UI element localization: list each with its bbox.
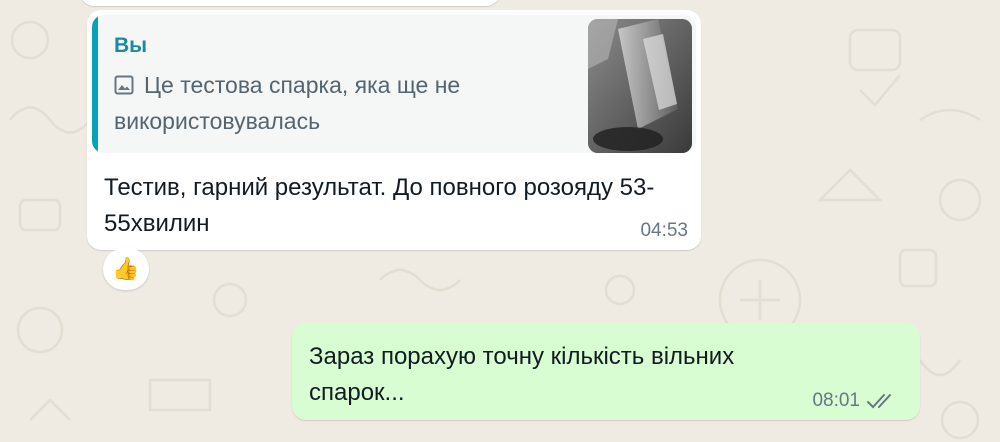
double-check-icon (867, 394, 891, 409)
quote-thumbnail (588, 19, 692, 153)
previous-message-edge (80, 0, 500, 6)
message-time: 08:01 (812, 390, 860, 411)
message-time: 04:53 (640, 220, 688, 241)
photo-icon (114, 75, 134, 95)
quote-accent-bar (92, 15, 98, 153)
message-text: Зараз порахую точну кількість вільних сп… (309, 343, 735, 406)
quote-text: Це тестова спарка, яка ще не використову… (114, 72, 461, 134)
incoming-message-bubble[interactable]: Вы Це тестова спарка, яка ще не використ… (87, 10, 701, 250)
quoted-message[interactable]: Вы Це тестова спарка, яка ще не використ… (92, 15, 696, 153)
thumbs-up-icon: 👍 (112, 256, 140, 281)
quote-text-container: Це тестова спарка, яка ще не використову… (114, 67, 554, 139)
outgoing-message-bubble[interactable]: Зараз порахую точну кількість вільних сп… (292, 323, 920, 420)
reaction-thumbs-up[interactable]: 👍 (103, 248, 149, 290)
message-text: Тестив, гарний результат. До повного роз… (104, 174, 655, 237)
quote-author: Вы (114, 34, 148, 57)
